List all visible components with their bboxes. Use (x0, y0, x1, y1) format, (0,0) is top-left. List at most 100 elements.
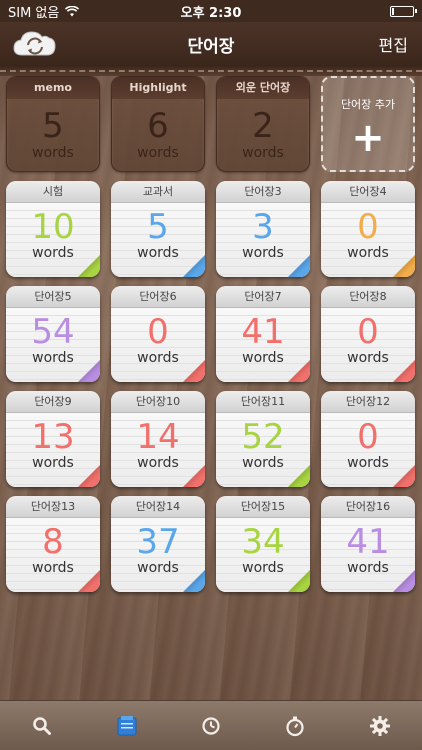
search-icon (33, 716, 52, 735)
folder-unit: words (137, 145, 179, 161)
wordbook-card[interactable]: 교과서 5 words (111, 181, 205, 277)
word-count: 3 (252, 207, 274, 247)
tab-history[interactable] (191, 706, 231, 746)
page-curl-shade (288, 255, 310, 277)
wordbook-name: 단어장8 (321, 286, 415, 308)
word-count: 34 (241, 522, 285, 562)
wordbook-name: 단어장9 (6, 391, 100, 413)
memorized-folder[interactable]: 외운 단어장 2 words (216, 76, 310, 172)
folder-count: 6 (147, 106, 169, 146)
word-count: 0 (357, 207, 379, 247)
wordbook-name: 단어장11 (216, 391, 310, 413)
page-curl-shade (183, 255, 205, 277)
wordbook-name: 단어장5 (6, 286, 100, 308)
word-count: 13 (31, 417, 75, 457)
status-time: 오후 2:30 (180, 5, 242, 21)
page-curl-shade (78, 570, 100, 592)
page-curl-shade (393, 570, 415, 592)
wordbook-card[interactable]: 단어장5 54 words (6, 286, 100, 382)
page-curl-shade (183, 360, 205, 382)
wordbook-card[interactable]: 단어장7 41 words (216, 286, 310, 382)
wordbook-card[interactable]: 단어장3 3 words (216, 181, 310, 277)
tab-search[interactable] (22, 706, 62, 746)
wordbook-card[interactable]: 단어장15 34 words (216, 496, 310, 592)
wordbook-name: 단어장13 (6, 496, 100, 518)
special-folders: memo 5 words Highlight 6 words 외운 단어장 2 … (6, 76, 416, 172)
page-curl-shade (183, 465, 205, 487)
folder-count: 5 (42, 106, 64, 146)
page-curl-shade (78, 255, 100, 277)
page-curl-shade (288, 360, 310, 382)
cloud-sync-icon[interactable] (12, 28, 58, 58)
page-curl-shade (78, 465, 100, 487)
page-title: 단어장 (187, 36, 235, 57)
wordbook-icon (117, 715, 137, 735)
folder-label: Highlight (112, 77, 204, 99)
word-count: 41 (241, 312, 285, 352)
memo-folder[interactable]: memo 5 words (6, 76, 100, 172)
page-curl-shade (288, 570, 310, 592)
wordbook-card[interactable]: 단어장14 37 words (111, 496, 205, 592)
word-count: 8 (42, 522, 64, 562)
folder-unit: words (242, 145, 284, 161)
page-curl-shade (393, 360, 415, 382)
stopwatch-icon (286, 716, 304, 736)
wordbook-name: 단어장14 (111, 496, 205, 518)
edit-button[interactable]: 편집 (379, 32, 408, 56)
word-count: 0 (357, 417, 379, 457)
gear-icon (369, 715, 390, 736)
word-count: 52 (241, 417, 285, 457)
wordbook-card[interactable]: 시험 10 words (6, 181, 100, 277)
wordbook-name: 시험 (6, 181, 100, 203)
wordbook-card[interactable]: 단어장12 0 words (321, 391, 415, 487)
word-count: 5 (147, 207, 169, 247)
word-count: 37 (136, 522, 180, 562)
folder-label: 외운 단어장 (217, 77, 309, 99)
page-curl-shade (78, 360, 100, 382)
folder-count: 2 (252, 106, 274, 146)
wordbook-name: 단어장12 (321, 391, 415, 413)
wordbook-name: 단어장6 (111, 286, 205, 308)
wifi-icon (65, 5, 80, 16)
wordbook-name: 단어장7 (216, 286, 310, 308)
wordbook-card[interactable]: 단어장13 8 words (6, 496, 100, 592)
wordbook-card[interactable]: 단어장6 0 words (111, 286, 205, 382)
wordbook-name: 단어장10 (111, 391, 205, 413)
word-count: 41 (346, 522, 390, 562)
page-curl-shade (393, 255, 415, 277)
page-curl-shade (183, 570, 205, 592)
add-wordbook-button[interactable]: 단어장 추가 + (321, 76, 415, 172)
tab-settings[interactable] (360, 706, 400, 746)
tab-timer[interactable] (275, 706, 315, 746)
nav-bar: 단어장 편집 (0, 22, 422, 66)
page-curl-shade (288, 465, 310, 487)
status-bar: SIM 없음 오후 2:30 (0, 0, 422, 22)
tab-bar (0, 700, 422, 750)
wordbook-card[interactable]: 단어장10 14 words (111, 391, 205, 487)
word-count: 0 (147, 312, 169, 352)
leather-stitch-divider (0, 66, 422, 76)
wordbook-name: 단어장16 (321, 496, 415, 518)
page-curl-shade (393, 465, 415, 487)
battery-icon (390, 5, 417, 17)
folder-unit: words (32, 145, 74, 161)
carrier-label: SIM 없음 (8, 5, 60, 21)
tab-wordbooks[interactable] (107, 706, 147, 746)
wordbook-card[interactable]: 단어장9 13 words (6, 391, 100, 487)
wordbook-name: 단어장3 (216, 181, 310, 203)
wordbook-card[interactable]: 단어장8 0 words (321, 286, 415, 382)
wordbook-name: 단어장15 (216, 496, 310, 518)
wordbook-name: 단어장4 (321, 181, 415, 203)
highlight-folder[interactable]: Highlight 6 words (111, 76, 205, 172)
word-count: 14 (136, 417, 180, 457)
wordbook-card[interactable]: 단어장16 41 words (321, 496, 415, 592)
wordbook-card[interactable]: 단어장11 52 words (216, 391, 310, 487)
word-count: 10 (31, 207, 75, 247)
word-count: 54 (31, 312, 75, 352)
folder-label: memo (7, 77, 99, 99)
add-wordbook-label: 단어장 추가 (340, 98, 396, 111)
wordbook-card[interactable]: 단어장4 0 words (321, 181, 415, 277)
wordbook-name: 교과서 (111, 181, 205, 203)
plus-icon: + (351, 115, 385, 161)
clock-icon (202, 716, 220, 735)
